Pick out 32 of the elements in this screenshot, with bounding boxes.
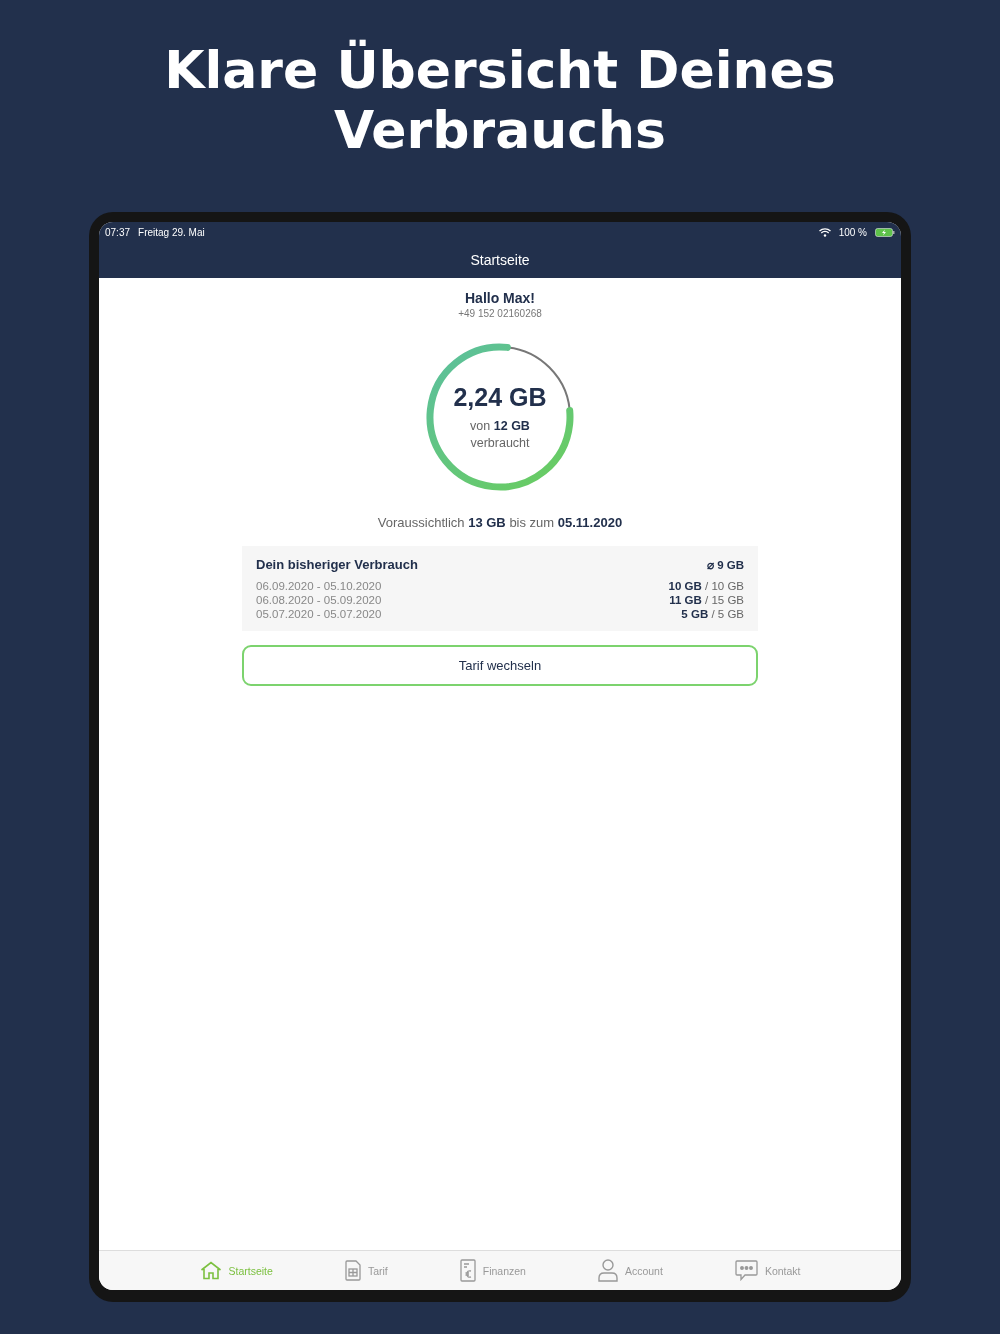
usage-amount: 11 GB / 15 GB xyxy=(669,593,744,607)
euro-document-icon xyxy=(459,1259,476,1282)
usage-value: 2,24 GB xyxy=(453,382,547,412)
status-time: 07:37 xyxy=(105,226,131,238)
tab[interactable]: Tarif xyxy=(344,1260,388,1281)
phone-number: +49 152 02160268 xyxy=(458,308,542,319)
battery-percent: 100 % xyxy=(838,226,867,238)
period-text: 06.09.2020 - 05.10.2020 xyxy=(256,579,382,593)
nav-title: Startseite xyxy=(470,252,530,268)
greeting: Hallo Max! xyxy=(465,290,535,306)
usage-caption: verbraucht xyxy=(470,434,530,452)
tab[interactable]: Finanzen xyxy=(459,1259,526,1282)
usage-caption: von 12 GB xyxy=(470,417,530,435)
headline: Klare Übersicht Deines Verbrauchs xyxy=(163,40,837,160)
history-title: Dein bisheriger Verbrauch xyxy=(256,558,418,572)
wifi-icon xyxy=(818,227,831,237)
usage-amount: 5 GB / 5 GB xyxy=(681,607,744,621)
tab[interactable]: Kontakt xyxy=(734,1260,801,1281)
tab[interactable]: Account xyxy=(597,1259,663,1282)
change-tariff-button[interactable]: Tarif wechseln xyxy=(242,645,758,686)
sim-card-icon xyxy=(344,1260,361,1281)
average-usage: ⌀ 9 GB xyxy=(706,558,744,572)
person-icon xyxy=(597,1259,618,1282)
status-date: Freitag 29. Mai xyxy=(138,226,205,238)
usage-amount: 10 GB / 10 GB xyxy=(668,579,744,593)
period-text: 05.07.2020 - 05.07.2020 xyxy=(256,607,382,621)
battery-icon xyxy=(875,227,895,237)
tab[interactable]: Startseite xyxy=(199,1261,273,1280)
forecast-text: Voraussichtlich 13 GB bis zum 05.11.2020 xyxy=(377,515,623,530)
period-text: 06.08.2020 - 05.09.2020 xyxy=(256,593,382,607)
house-icon xyxy=(199,1261,222,1280)
chat-bubble-icon xyxy=(734,1260,758,1281)
